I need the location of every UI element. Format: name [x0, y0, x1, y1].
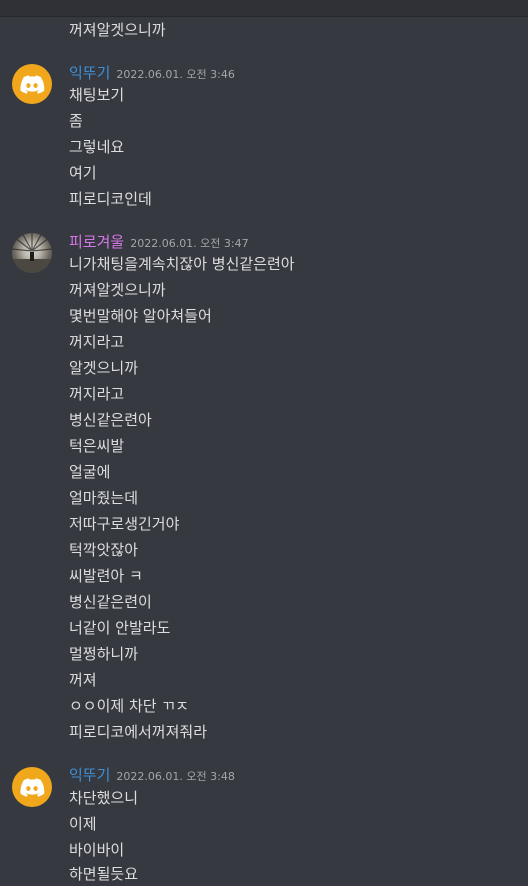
message-line: 병신같은련이: [69, 593, 152, 611]
discord-logo-icon[interactable]: [12, 767, 52, 807]
username[interactable]: 익뚜기: [69, 64, 110, 82]
message-line: 알겟으니까: [69, 359, 139, 377]
message-line: 채팅보기: [69, 86, 125, 104]
message-line: 꺼져: [69, 671, 97, 689]
message-line: 바이바이: [69, 841, 125, 859]
top-bar: [0, 0, 528, 17]
message-line: 얼마줬는데: [69, 489, 139, 507]
message-line: 병신같은련아: [69, 411, 152, 429]
message-line: 몇번말해야 알아쳐들어: [69, 307, 212, 325]
message-line: 꺼지라고: [69, 333, 125, 351]
message-line: 꺼지라고: [69, 385, 125, 403]
message-line: 여기: [69, 164, 97, 182]
message-line: 하면될듯요: [69, 865, 139, 883]
message-line: 턱깍앗잖아: [69, 541, 139, 559]
timestamp: 2022.06.01. 오전 3:47: [130, 237, 249, 250]
message-line: 그렇네요: [69, 138, 125, 156]
timestamp: 2022.06.01. 오전 3:48: [116, 770, 235, 783]
message-line: 니가채팅을계속치잖아 병신같은련아: [69, 255, 295, 273]
message-header: 익뚜기 2022.06.01. 오전 3:48: [69, 765, 235, 787]
message-line: 좀: [69, 112, 83, 130]
timestamp: 2022.06.01. 오전 3:46: [116, 68, 235, 81]
message-line: 꺼져알겟으니까: [69, 21, 166, 39]
message-line: ㅇㅇ이제 차단 ㄲㅈ: [69, 697, 189, 715]
message-line: 저따구로생긴거야: [69, 515, 180, 533]
message-line: 차단했으니: [69, 789, 139, 807]
user-avatar[interactable]: [12, 233, 52, 273]
message-line: 턱은씨발: [69, 437, 125, 455]
message-line: 씨발련아 ㅋ: [69, 567, 143, 585]
message-line: 멀쩡하니까: [69, 645, 139, 663]
username[interactable]: 익뚜기: [69, 766, 110, 784]
message-line: 피로디코에서꺼져줘라: [69, 723, 208, 741]
message-line: 얼굴에: [69, 463, 111, 481]
message-line: 이제: [69, 815, 97, 833]
message-header: 익뚜기 2022.06.01. 오전 3:46: [69, 63, 235, 85]
discord-logo-icon[interactable]: [12, 64, 52, 104]
message-line: 너같이 안발라도: [69, 619, 171, 637]
message-line: 꺼져알겟으니까: [69, 281, 166, 299]
message-line: 피로디코인데: [69, 190, 152, 208]
username[interactable]: 피로겨울: [69, 233, 124, 251]
message-header: 피로겨울 2022.06.01. 오전 3:47: [69, 232, 249, 254]
